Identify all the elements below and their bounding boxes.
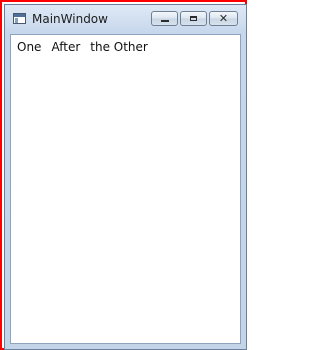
minimize-icon [160,19,169,22]
minimize-button[interactable] [151,11,178,26]
text-item-after: After [51,40,81,54]
window-title: MainWindow [32,12,108,26]
main-window: MainWindow ✕ One After the Other [4,4,247,350]
maximize-icon [190,16,197,21]
close-icon: ✕ [218,12,229,25]
close-button[interactable]: ✕ [209,11,238,26]
text-item-the-other: the Other [90,40,148,54]
title-bar[interactable]: MainWindow ✕ [5,5,246,34]
text-row: One After the Other [17,40,158,54]
text-item-one: One [17,40,42,54]
screenshot-frame: MainWindow ✕ One After the Other [0,0,247,350]
app-window-icon [13,13,26,24]
window-content: One After the Other [10,34,241,344]
maximize-button[interactable] [180,11,207,26]
